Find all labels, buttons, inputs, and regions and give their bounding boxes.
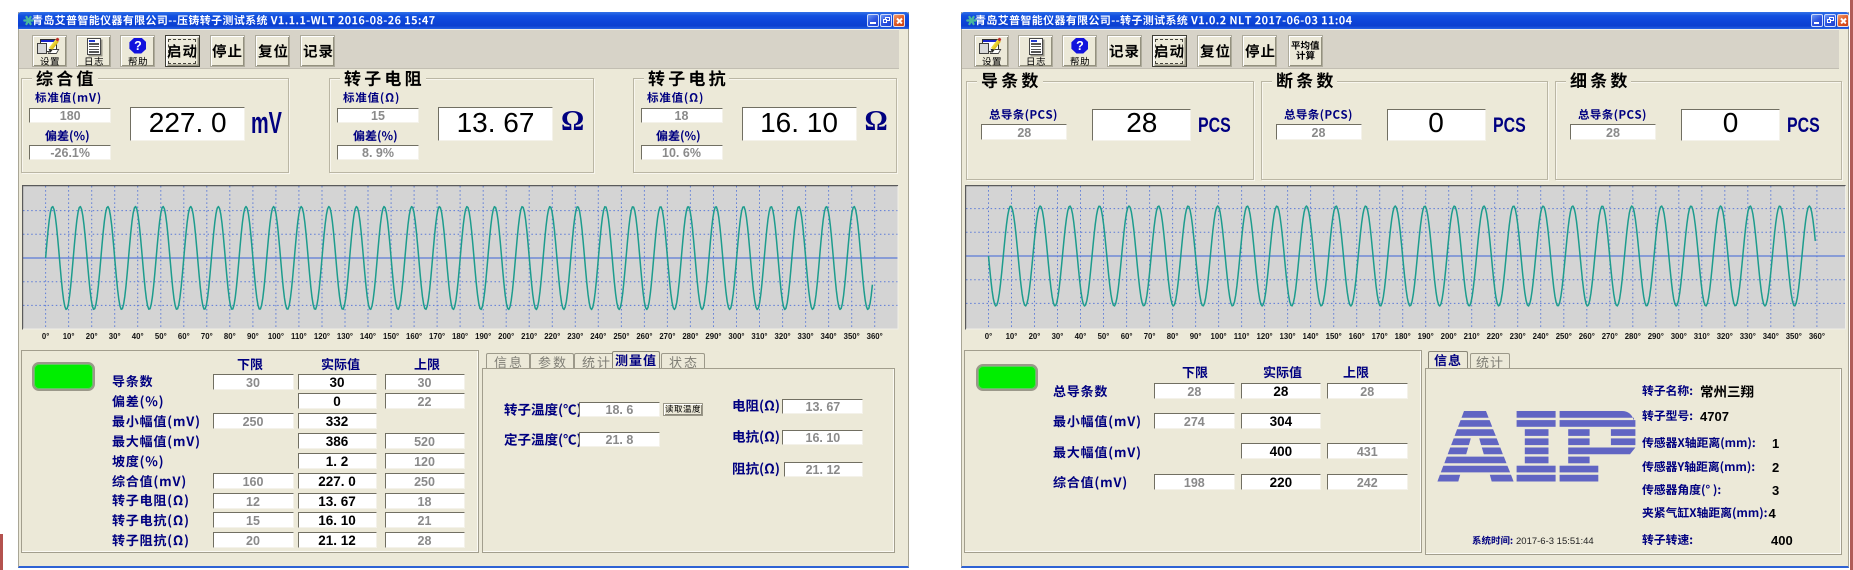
svg-text:270°: 270° [1601, 332, 1617, 341]
svg-text:180°: 180° [452, 332, 468, 341]
svg-text:220°: 220° [545, 332, 561, 341]
svg-text:280°: 280° [683, 332, 699, 341]
svg-text:20°: 20° [1028, 332, 1040, 341]
svg-text:20°: 20° [86, 332, 98, 341]
svg-text:250°: 250° [1555, 332, 1571, 341]
svg-text:100°: 100° [1210, 332, 1226, 341]
svg-text:260°: 260° [1578, 332, 1594, 341]
svg-text:40°: 40° [132, 332, 144, 341]
svg-text:170°: 170° [1371, 332, 1387, 341]
svg-text:230°: 230° [1509, 332, 1525, 341]
svg-text:110°: 110° [1233, 332, 1249, 341]
svg-text:160°: 160° [1348, 332, 1364, 341]
svg-text:310°: 310° [1693, 332, 1709, 341]
svg-text:130°: 130° [1279, 332, 1295, 341]
svg-text:320°: 320° [1716, 332, 1732, 341]
svg-text:0°: 0° [984, 332, 991, 341]
svg-text:60°: 60° [178, 332, 190, 341]
svg-text:100°: 100° [268, 332, 284, 341]
svg-text:340°: 340° [1762, 332, 1778, 341]
svg-text:360°: 360° [867, 332, 883, 341]
svg-text:260°: 260° [637, 332, 653, 341]
svg-text:330°: 330° [798, 332, 814, 341]
svg-text:80°: 80° [1166, 332, 1178, 341]
svg-text:240°: 240° [591, 332, 607, 341]
svg-text:290°: 290° [706, 332, 722, 341]
svg-text:240°: 240° [1532, 332, 1548, 341]
svg-text:150°: 150° [383, 332, 399, 341]
svg-text:60°: 60° [1120, 332, 1132, 341]
svg-text:210°: 210° [521, 332, 537, 341]
svg-text:210°: 210° [1463, 332, 1479, 341]
svg-text:290°: 290° [1647, 332, 1663, 341]
svg-text:230°: 230° [568, 332, 584, 341]
svg-text:320°: 320° [775, 332, 791, 341]
svg-text:350°: 350° [844, 332, 860, 341]
svg-text:50°: 50° [155, 332, 167, 341]
svg-text:160°: 160° [406, 332, 422, 341]
svg-text:10°: 10° [63, 332, 75, 341]
svg-text:70°: 70° [1143, 332, 1155, 341]
svg-text:120°: 120° [1256, 332, 1272, 341]
svg-text:350°: 350° [1785, 332, 1801, 341]
svg-text:10°: 10° [1005, 332, 1017, 341]
svg-text:340°: 340° [821, 332, 837, 341]
svg-text:190°: 190° [1417, 332, 1433, 341]
svg-text:140°: 140° [1302, 332, 1318, 341]
svg-text:330°: 330° [1739, 332, 1755, 341]
svg-text:170°: 170° [429, 332, 445, 341]
svg-text:70°: 70° [201, 332, 213, 341]
svg-text:30°: 30° [109, 332, 121, 341]
svg-text:110°: 110° [291, 332, 307, 341]
svg-text:190°: 190° [475, 332, 491, 341]
svg-text:200°: 200° [1440, 332, 1456, 341]
svg-text:310°: 310° [752, 332, 768, 341]
svg-text:140°: 140° [360, 332, 376, 341]
svg-text:360°: 360° [1808, 332, 1824, 341]
svg-text:300°: 300° [729, 332, 745, 341]
svg-text:90°: 90° [247, 332, 259, 341]
svg-text:180°: 180° [1394, 332, 1410, 341]
svg-text:280°: 280° [1624, 332, 1640, 341]
svg-text:220°: 220° [1486, 332, 1502, 341]
svg-text:250°: 250° [614, 332, 630, 341]
svg-text:90°: 90° [1189, 332, 1201, 341]
svg-text:200°: 200° [498, 332, 514, 341]
svg-text:0°: 0° [42, 332, 49, 341]
svg-text:300°: 300° [1670, 332, 1686, 341]
svg-text:40°: 40° [1074, 332, 1086, 341]
svg-text:30°: 30° [1051, 332, 1063, 341]
svg-text:130°: 130° [337, 332, 353, 341]
svg-text:150°: 150° [1325, 332, 1341, 341]
svg-text:120°: 120° [314, 332, 330, 341]
svg-text:50°: 50° [1097, 332, 1109, 341]
svg-text:270°: 270° [660, 332, 676, 341]
svg-text:80°: 80° [224, 332, 236, 341]
